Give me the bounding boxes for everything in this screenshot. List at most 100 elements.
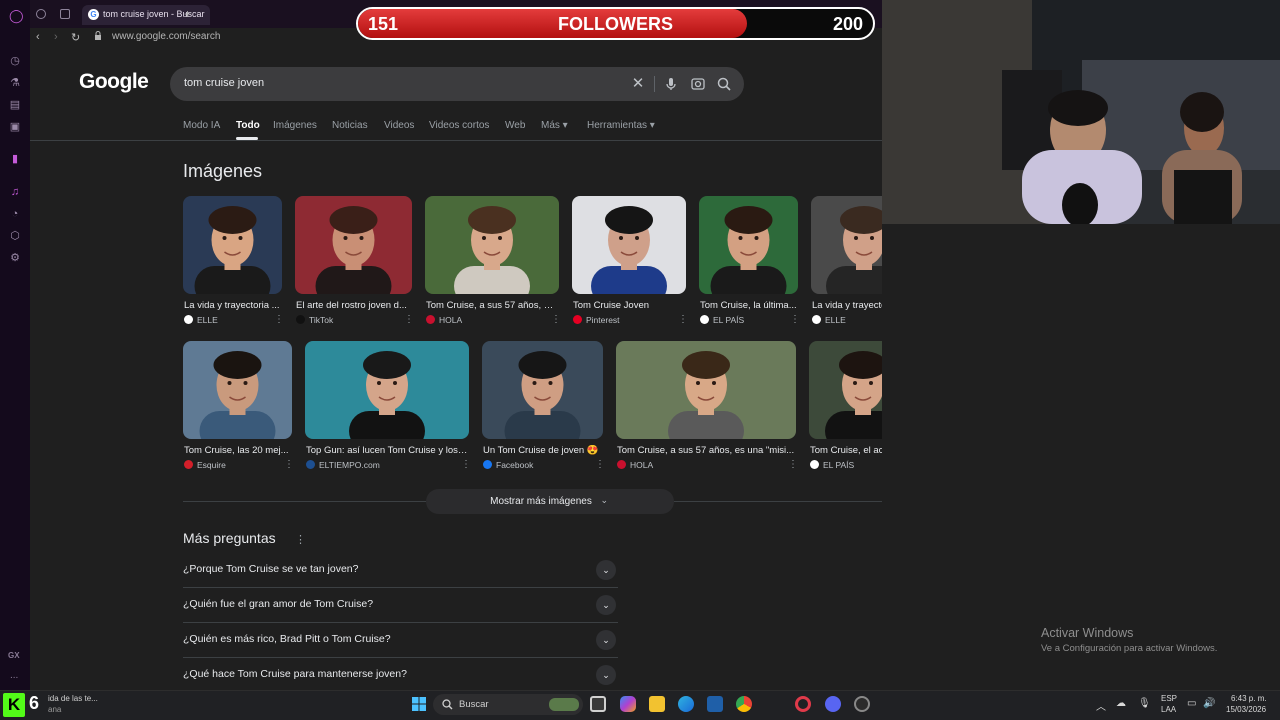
file-explorer-icon[interactable] [649,696,665,712]
copilot-icon[interactable] [620,696,636,712]
image-thumbnail[interactable] [305,341,469,439]
image-thumbnail[interactable] [425,196,559,294]
clear-icon[interactable]: ✕ [630,76,646,92]
image-caption[interactable]: Un Tom Cruise de joven 😍 [483,445,602,456]
discord-icon[interactable] [825,696,841,712]
edge-icon[interactable] [678,696,694,712]
tab-noticias[interactable]: Noticias [332,120,368,131]
tab-islands-icon[interactable] [60,9,70,19]
cloud-sync-icon[interactable]: ☁ [1116,698,1126,709]
music-player-icon[interactable]: ♫ [9,186,21,198]
gx-corner-icon[interactable]: ▤ [9,99,21,111]
tab-videos[interactable]: Videos [384,120,414,131]
language-secondary[interactable]: LAA [1161,705,1176,714]
settings-icon[interactable]: ⚙ [9,252,21,264]
network-icon[interactable]: ▭ [1187,698,1196,709]
windows-start-icon[interactable] [411,696,427,712]
image-source[interactable]: ELTIEMPO.com [319,460,380,470]
language-primary[interactable]: ESP [1161,694,1177,703]
lens-icon[interactable] [690,76,706,92]
more-options-icon[interactable]: ⋮ [284,460,294,470]
speed-dial-icon[interactable]: ◷ [9,55,21,67]
more-options-icon[interactable]: ⋮ [295,533,306,546]
tray-overflow-icon[interactable]: ︿ [1096,698,1106,713]
microphone-icon[interactable]: 🎙 [1138,698,1151,709]
history-icon[interactable]: ◔ [9,208,21,220]
tab-herramientas[interactable]: Herramientas ▾ [587,120,655,131]
new-tab-icon[interactable]: + [184,7,191,21]
more-options-icon[interactable]: ⋮ [595,460,605,470]
image-result-card[interactable]: Tom Cruise, las 20 mej... Esquire ⋮ [183,341,294,476]
image-caption[interactable]: Tom Cruise, la última... [700,300,797,311]
image-source[interactable]: HOLA [630,460,653,470]
search-box[interactable]: tom cruise joven ✕ [170,67,744,101]
image-thumbnail[interactable] [183,196,282,294]
image-source[interactable]: Facebook [496,460,533,470]
image-result-card[interactable]: Tom Cruise, a sus 57 años, es una "misi.… [616,341,798,476]
image-result-card[interactable]: La vida y trayectoria ... ELLE ⋮ [183,196,284,331]
image-source[interactable]: HOLA [439,315,462,325]
messenger-icon[interactable]: ▣ [9,121,21,133]
sidebar-more-icon[interactable]: ... [10,670,18,681]
image-result-card[interactable]: Top Gun: así lucen Tom Cruise y los ... E… [305,341,471,476]
url-field[interactable]: www.google.com/search [112,31,220,42]
image-source[interactable]: Esquire [197,460,226,470]
search-icon[interactable] [716,76,732,92]
image-caption[interactable]: Tom Cruise, a sus 57 años, es una "misi.… [617,445,795,456]
media-widget-title[interactable]: ida de las te... [48,694,98,703]
image-thumbnail[interactable] [699,196,798,294]
tab-videos-cortos[interactable]: Videos cortos [429,120,489,131]
image-caption[interactable]: Tom Cruise, a sus 57 años, es... [426,300,558,311]
image-source[interactable]: ELLE [197,315,218,325]
image-thumbnail[interactable] [572,196,686,294]
image-source[interactable]: EL PAÍS [823,460,854,470]
back-icon[interactable]: ‹ [36,31,40,43]
image-result-card[interactable]: Tom Cruise Joven Pinterest ⋮ [572,196,688,331]
image-result-card[interactable]: Tom Cruise, a sus 57 años, es... HOLA ⋮ [425,196,561,331]
chevron-down-icon[interactable]: ⌄ [596,595,616,615]
image-result-card[interactable]: El arte del rostro joven d... TikTok ⋮ [295,196,414,331]
clock-date[interactable]: 15/03/2026 [1226,705,1266,714]
twitch-icon[interactable]: ▮ [9,153,21,165]
more-options-icon[interactable]: ⋮ [678,315,688,325]
tab-modo-ia[interactable]: Modo IA [183,120,220,131]
image-thumbnail[interactable] [183,341,292,439]
question-row[interactable]: ¿Quién es más rico, Brad Pitt o Tom Crui… [183,623,618,658]
question-row[interactable]: ¿Porque Tom Cruise se ve tan joven? ⌄ [183,553,618,588]
extensions-icon[interactable]: ⬡ [9,230,21,242]
tab-web[interactable]: Web [505,120,525,131]
image-caption[interactable]: Tom Cruise Joven [573,300,685,311]
obs-icon[interactable] [854,696,870,712]
image-source[interactable]: ELLE [825,315,846,325]
image-thumbnail[interactable] [616,341,796,439]
volume-icon[interactable]: 🔊 [1203,698,1215,709]
search-input[interactable]: tom cruise joven [184,77,264,89]
chevron-down-icon[interactable]: ⌄ [596,665,616,685]
image-caption[interactable]: Tom Cruise, las 20 mej... [184,445,291,456]
more-options-icon[interactable]: ⋮ [461,460,471,470]
store-icon[interactable] [707,696,723,712]
taskbar-search[interactable]: Buscar [433,694,583,715]
more-options-icon[interactable]: ⋮ [551,315,561,325]
microphone-icon[interactable] [663,76,679,92]
forward-icon[interactable]: › [54,31,58,43]
tab-mas[interactable]: Más ▾ [541,120,568,131]
question-row[interactable]: ¿Qué hace Tom Cruise para mantenerse jov… [183,658,618,693]
tab-todo[interactable]: Todo [236,120,260,131]
more-options-icon[interactable]: ⋮ [404,315,414,325]
image-caption[interactable]: Top Gun: así lucen Tom Cruise y los ... [306,445,468,456]
google-logo[interactable]: Google [79,70,149,94]
workspace-icon[interactable] [36,9,46,19]
image-thumbnail[interactable] [295,196,412,294]
image-thumbnail[interactable] [482,341,603,439]
question-row[interactable]: ¿Quién fue el gran amor de Tom Cruise? ⌄ [183,588,618,623]
chrome-icon[interactable] [736,696,752,712]
image-source[interactable]: TikTok [309,315,333,325]
image-result-card[interactable]: Tom Cruise, la última... EL PAÍS ⋮ [699,196,800,331]
image-source[interactable]: EL PAÍS [713,315,744,325]
image-result-card[interactable]: Un Tom Cruise de joven 😍 Facebook ⋮ [482,341,605,476]
opera-gx-icon[interactable] [795,696,811,712]
task-view-icon[interactable] [590,696,606,712]
image-source[interactable]: Pinterest [586,315,620,325]
clock-time[interactable]: 6:43 p. m. [1231,694,1267,703]
